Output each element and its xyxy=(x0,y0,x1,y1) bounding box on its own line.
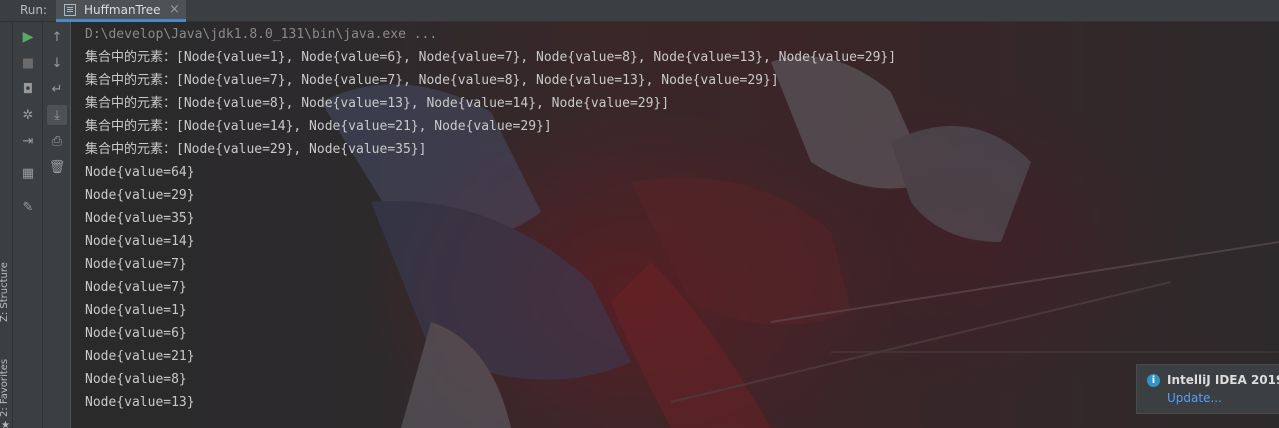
console-line: Node{value=21} xyxy=(85,349,195,364)
camera-icon[interactable]: ◘ xyxy=(18,79,38,99)
console-line: Node{value=7} xyxy=(85,257,187,272)
console-line: Node{value=13} xyxy=(85,395,195,410)
star-icon: ★ xyxy=(1,420,10,428)
gear-icon[interactable]: ✲ xyxy=(18,105,38,125)
console-line: 集合中的元素：[Node{value=7}, Node{value=7}, No… xyxy=(85,73,779,88)
scroll-to-end-icon[interactable]: ⤓ xyxy=(47,105,67,125)
soft-wrap-icon[interactable]: ↵ xyxy=(47,79,67,99)
rerun-icon[interactable]: ▶ xyxy=(18,27,38,47)
run-toolbar-primary: ▶ ■ ◘ ✲ ⇥ ▦ ✎ xyxy=(13,22,43,428)
console-line: Node{value=35} xyxy=(85,211,195,226)
console-line: Node{value=8} xyxy=(85,372,187,387)
tool-window-stripe: Z: Structure 2: Favorites ★ xyxy=(0,22,13,428)
pin-icon[interactable]: ✎ xyxy=(18,197,38,217)
console-line: 集合中的元素：[Node{value=14}, Node{value=21}, … xyxy=(85,119,552,134)
update-link[interactable]: Update... xyxy=(1167,391,1222,405)
console-line: Node{value=6} xyxy=(85,326,187,341)
arrow-down-icon[interactable]: ↓ xyxy=(47,53,67,73)
trash-icon[interactable]: 🗑 xyxy=(47,157,67,177)
stop-icon[interactable]: ■ xyxy=(18,53,38,73)
console-command-line: D:\develop\Java\jdk1.8.0_131\bin\java.ex… xyxy=(85,27,438,42)
update-notification[interactable]: i IntelliJ IDEA 2019. Update... xyxy=(1136,364,1279,414)
favorites-tool-button[interactable]: 2: Favorites xyxy=(0,359,10,417)
tab-huffmantree[interactable]: HuffmanTree × xyxy=(56,0,186,22)
close-icon[interactable]: × xyxy=(169,2,180,17)
structure-tool-button[interactable]: Z: Structure xyxy=(0,262,10,322)
print-icon[interactable]: ⎙ xyxy=(47,131,67,151)
console-tab-icon xyxy=(64,4,76,16)
run-tab-bar: Run: HuffmanTree × xyxy=(0,0,1279,22)
tab-label: HuffmanTree xyxy=(84,3,161,17)
ide-run-window: Run: HuffmanTree × Z: Structure 2: Favor… xyxy=(0,0,1279,428)
notification-title: IntelliJ IDEA 2019. xyxy=(1167,373,1279,387)
console-line: Node{value=14} xyxy=(85,234,195,249)
console-line: Node{value=64} xyxy=(85,165,195,180)
console-line: 集合中的元素：[Node{value=29}, Node{value=35}] xyxy=(85,142,427,157)
console-lines: D:\develop\Java\jdk1.8.0_131\bin\java.ex… xyxy=(85,23,896,414)
console-line: Node{value=7} xyxy=(85,280,187,295)
layout-icon[interactable]: ▦ xyxy=(18,163,38,183)
console-line: Node{value=29} xyxy=(85,188,195,203)
console-line: 集合中的元素：[Node{value=8}, Node{value=13}, N… xyxy=(85,96,670,111)
info-icon: i xyxy=(1147,374,1160,387)
run-toolbar-secondary: ↑ ↓ ↵ ⤓ ⎙ 🗑 xyxy=(43,22,71,428)
arrow-up-icon[interactable]: ↑ xyxy=(47,27,67,47)
exit-icon[interactable]: ⇥ xyxy=(18,131,38,151)
console-output[interactable]: D:\develop\Java\jdk1.8.0_131\bin\java.ex… xyxy=(71,22,1279,428)
run-label: Run: xyxy=(20,3,48,17)
console-line: 集合中的元素：[Node{value=1}, Node{value=6}, No… xyxy=(85,50,897,65)
console-line: Node{value=1} xyxy=(85,303,187,318)
